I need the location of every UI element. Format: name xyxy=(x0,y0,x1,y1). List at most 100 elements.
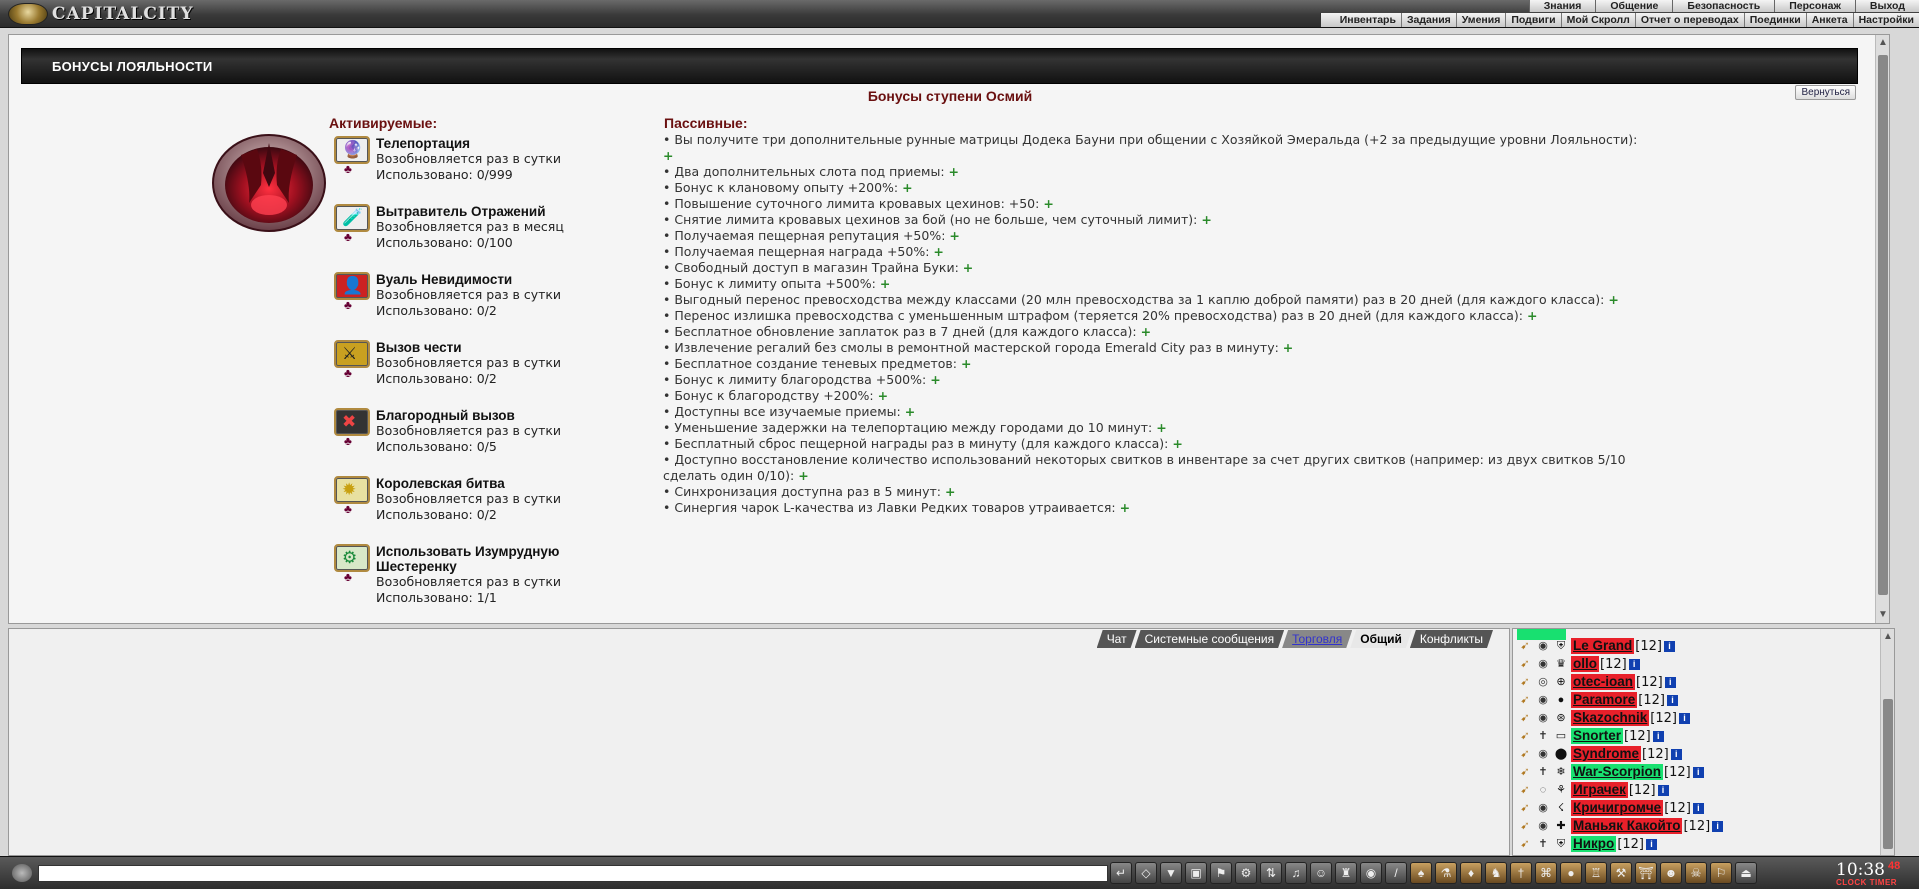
user-row[interactable]: ➹ ◉ ♛ ollo [12] i xyxy=(1517,655,1640,673)
user-row[interactable]: ➹ ◎ ⊕ otec-ioan [12] i xyxy=(1517,673,1676,691)
nav-security[interactable]: Безопасность xyxy=(1672,0,1775,12)
info-icon[interactable]: i xyxy=(1670,748,1682,760)
user-row[interactable]: ➹ ◉ ⛨ Le Grand [12] i xyxy=(1517,637,1675,655)
main-scrollbar[interactable]: ▲ ▼ xyxy=(1875,35,1889,623)
nav-knowledge[interactable]: Знания xyxy=(1528,0,1596,12)
hammer-icon[interactable]: ⚒ xyxy=(1610,862,1632,884)
clan-icon: ✝ xyxy=(1538,766,1548,778)
nav-settings[interactable]: Настройки xyxy=(1854,13,1919,27)
align-icon: ⬤ xyxy=(1554,748,1568,760)
user-name[interactable]: Маньяк Какойто xyxy=(1571,818,1683,834)
user-row[interactable]: ➹ ✝ ⛨ Никро [12] i xyxy=(1517,835,1657,853)
scroll-down-icon[interactable]: ▼ xyxy=(1876,609,1890,621)
scroll-lock-icon[interactable]: ⇅ xyxy=(1260,862,1282,884)
tab-general[interactable]: Общий xyxy=(1350,630,1412,648)
tab-conflicts[interactable]: Конфликты xyxy=(1410,630,1493,648)
user-row[interactable]: ➹ ◌ ⚘ Играчек [12] i xyxy=(1517,781,1669,799)
active-bonuses-title: Активируемые: xyxy=(329,115,438,131)
user-row[interactable]: ➹ ◉ ● Paramore [12] i xyxy=(1517,691,1678,709)
tab-system-messages[interactable]: Системные сообщения xyxy=(1135,630,1285,648)
nav-exit[interactable]: Выход xyxy=(1854,0,1919,12)
info-icon[interactable]: i xyxy=(1646,838,1657,850)
coin-icon[interactable]: ● xyxy=(1560,862,1582,884)
user-row[interactable]: ➹ ◉ ⊛ Skazochnik [12] i xyxy=(1517,709,1690,727)
ability-renew: Возобновляется раз в сутки xyxy=(376,355,562,370)
mask-icon[interactable]: ☻ xyxy=(1660,862,1682,884)
tab-chat[interactable]: Чат xyxy=(1097,630,1137,648)
castle-icon[interactable]: ♖ xyxy=(1585,862,1607,884)
scroll-thumb[interactable] xyxy=(1883,699,1893,849)
ability-renew: Возобновляется раз в сутки xyxy=(376,287,562,302)
user-row[interactable]: ➹ ✝ ❄ War-Scorpion [12] i xyxy=(1517,763,1704,781)
speaker-icon[interactable] xyxy=(12,864,32,882)
nav-skills[interactable]: Умения xyxy=(1457,13,1507,27)
bag-icon[interactable]: ♠ xyxy=(1410,862,1432,884)
nav-inventory[interactable]: Инвентарь xyxy=(1335,13,1402,27)
bones-icon[interactable]: ☠ xyxy=(1685,862,1707,884)
exit-icon[interactable]: ⏏ xyxy=(1735,862,1757,884)
helmet-icon[interactable]: ♞ xyxy=(1485,862,1507,884)
user-name[interactable]: Snorter xyxy=(1571,728,1624,744)
eraser-icon[interactable]: ◇ xyxy=(1135,862,1157,884)
info-icon[interactable]: i xyxy=(1663,640,1675,652)
info-icon[interactable]: i xyxy=(1692,802,1704,814)
info-icon[interactable]: i xyxy=(1666,694,1678,706)
info-icon[interactable]: i xyxy=(1664,676,1676,688)
user-name[interactable]: Кричигромче xyxy=(1571,800,1664,816)
info-icon[interactable]: i xyxy=(1712,820,1724,832)
sword-icon[interactable]: † xyxy=(1510,862,1532,884)
user-name[interactable]: Играчек xyxy=(1571,782,1628,798)
user-name[interactable]: Никро xyxy=(1571,836,1617,852)
nav-duels[interactable]: Поединки xyxy=(1745,13,1807,27)
nav-profile[interactable]: Анкета xyxy=(1807,13,1854,27)
clock-time: 10:38 xyxy=(1836,860,1885,880)
info-icon[interactable]: i xyxy=(1628,658,1640,670)
user-row[interactable]: ➹ ◉ ⬤ Syndrome [12] i xyxy=(1517,745,1682,763)
ability-name: Благородный вызов xyxy=(376,408,515,423)
nav-communication[interactable]: Общение xyxy=(1595,0,1673,12)
translit-icon[interactable]: ⚑ xyxy=(1210,862,1232,884)
user-name[interactable]: Syndrome xyxy=(1571,746,1642,762)
nav-character[interactable]: Персонаж xyxy=(1774,0,1855,12)
user-name[interactable]: Paramore xyxy=(1571,692,1638,708)
nav-achievements[interactable]: Подвиги xyxy=(1506,13,1562,27)
user-row[interactable]: ➹ ◉ ☇ Кричигромче [12] i xyxy=(1517,799,1704,817)
align-icon: ▭ xyxy=(1555,730,1567,742)
return-button[interactable]: Вернуться xyxy=(1795,85,1856,100)
user-row[interactable]: ➹ ◉ ✚ Маньяк Какойто [12] i xyxy=(1517,817,1724,835)
user-row[interactable]: ➹ ✝ ▭ Snorter [12] i xyxy=(1517,727,1664,745)
globe-icon[interactable]: ◉ xyxy=(1360,862,1382,884)
scroll-up-icon[interactable]: ▲ xyxy=(1881,631,1894,643)
ability-used: Использовано: 0/2 xyxy=(376,303,497,318)
save-icon[interactable]: ▣ xyxy=(1185,862,1207,884)
send-icon[interactable]: ↵ xyxy=(1110,862,1132,884)
user-name[interactable]: otec-ioan xyxy=(1571,674,1636,690)
gate-icon[interactable]: ⛩ xyxy=(1635,862,1657,884)
filter-icon[interactable]: ▼ xyxy=(1160,862,1182,884)
nav-quests[interactable]: Задания xyxy=(1402,13,1457,27)
tab-trade[interactable]: Торговля xyxy=(1282,630,1352,648)
info-icon[interactable]: i xyxy=(1652,730,1664,742)
chat-input[interactable] xyxy=(38,865,1108,882)
potion-icon[interactable]: ⚗ xyxy=(1435,862,1457,884)
user-name[interactable]: ollo xyxy=(1571,656,1599,672)
settings-icon[interactable]: ⚙ xyxy=(1235,862,1257,884)
userlist-scrollbar[interactable]: ▲ xyxy=(1880,629,1894,855)
info-icon[interactable]: i xyxy=(1657,784,1669,796)
scroll-up-icon[interactable]: ▲ xyxy=(1876,37,1890,49)
user-name[interactable]: Skazochnik xyxy=(1571,710,1650,726)
user-name[interactable]: War-Scorpion xyxy=(1571,764,1664,780)
pen-icon[interactable]: / xyxy=(1385,862,1407,884)
user-name[interactable]: Le Grand xyxy=(1571,638,1635,654)
nav-transfer-report[interactable]: Отчет о переводах xyxy=(1636,13,1745,27)
sound-icon[interactable]: ♫ xyxy=(1285,862,1307,884)
nav-my-scroll[interactable]: Мой Скролл xyxy=(1562,13,1636,27)
flag-icon[interactable]: ⚐ xyxy=(1710,862,1732,884)
map-icon[interactable]: ⌘ xyxy=(1535,862,1557,884)
scroll-thumb[interactable] xyxy=(1878,55,1888,595)
clan-chat-icon[interactable]: ♜ xyxy=(1335,862,1357,884)
smiley-icon[interactable]: ☺ xyxy=(1310,862,1332,884)
info-icon[interactable]: i xyxy=(1692,766,1704,778)
info-icon[interactable]: i xyxy=(1678,712,1690,724)
gift-icon[interactable]: ♦ xyxy=(1460,862,1482,884)
